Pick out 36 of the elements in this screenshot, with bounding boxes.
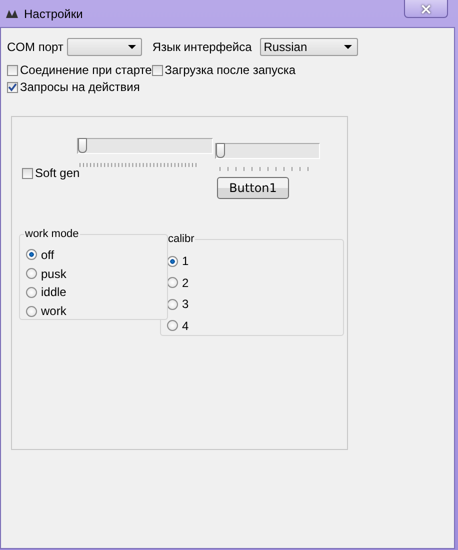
slider-track[interactable] [77, 138, 213, 154]
caret-icon [128, 45, 136, 49]
radio-button[interactable] [26, 286, 37, 298]
language-label: Язык интерфейса [152, 40, 252, 54]
slider-thumb[interactable] [78, 138, 87, 153]
group-title: calibr [167, 233, 196, 245]
checkbox[interactable] [7, 64, 18, 76]
radio-button[interactable] [167, 298, 178, 310]
radio-button[interactable] [26, 249, 37, 260]
caret-icon [344, 45, 352, 49]
com-port-label: COM порт [7, 40, 64, 54]
radio-button[interactable] [167, 277, 178, 288]
radio-option[interactable]: off [26, 247, 167, 263]
checkbox-label[interactable]: Соединение при старте [7, 63, 152, 77]
checkbox-label[interactable]: Soft gen [22, 166, 80, 180]
slider-track[interactable] [215, 143, 320, 159]
slider-thumb[interactable] [216, 143, 225, 158]
checkbox[interactable] [7, 82, 18, 92]
app-logo-icon [6, 10, 18, 18]
radio-button[interactable] [26, 268, 37, 280]
checkbox-label[interactable]: Запросы на действия [7, 80, 454, 94]
radio-button[interactable] [167, 320, 178, 332]
radio-option[interactable]: pusk [26, 266, 167, 282]
radio-button[interactable] [26, 306, 37, 317]
com-port-dropdown[interactable] [67, 38, 142, 56]
radio-option[interactable]: 4 [167, 316, 343, 335]
checkbox[interactable] [152, 64, 163, 76]
window-title: Настройки [24, 6, 83, 20]
radio-option[interactable]: work [26, 303, 167, 319]
language-dropdown[interactable]: Russian [260, 38, 358, 56]
radio-button[interactable] [167, 256, 178, 267]
checkbox[interactable] [22, 168, 33, 178]
group-title: work mode [24, 228, 80, 240]
checkbox-label[interactable]: Загрузка после запуска [152, 63, 296, 77]
button1-button[interactable]: Button1 [217, 177, 289, 199]
radio-option[interactable]: iddle [26, 284, 167, 300]
